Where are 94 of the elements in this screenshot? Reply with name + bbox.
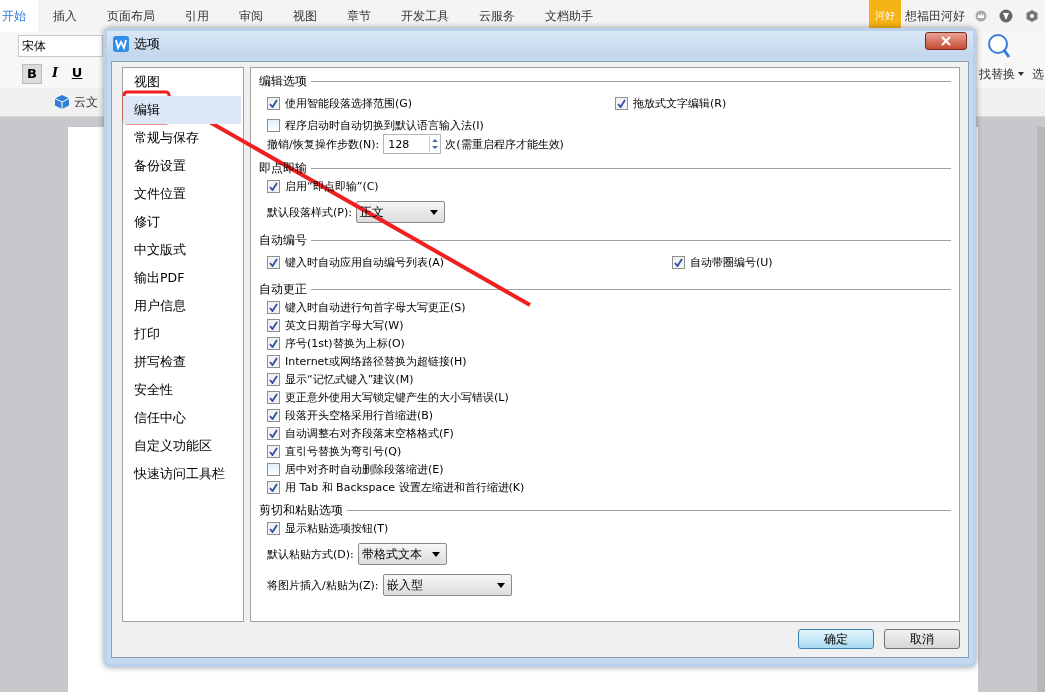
category-item[interactable]: 常规与保存	[123, 124, 241, 152]
category-item[interactable]: 信任中心	[123, 404, 241, 432]
format-button[interactable]: B	[22, 64, 42, 84]
checkbox[interactable]	[267, 255, 280, 269]
checkbox[interactable]	[267, 462, 280, 476]
cancel-button[interactable]: 取消	[884, 629, 960, 649]
format-button[interactable]: I	[46, 64, 64, 82]
checkbox-label: 用 Tab 和 Backspace 设置左缩进和首行缩进(K)	[285, 479, 525, 495]
checkbox-label: 英文日期首字母大写(W)	[285, 317, 404, 333]
category-item[interactable]: 备份设置	[123, 152, 241, 180]
ribbon-tab[interactable]: 审阅	[224, 0, 278, 32]
checkbox[interactable]	[672, 255, 685, 269]
ribbon-tab[interactable]: 引用	[170, 0, 224, 32]
checkbox[interactable]	[267, 521, 280, 535]
checkbox[interactable]	[267, 354, 280, 368]
ribbon-tab[interactable]: 视图	[278, 0, 332, 32]
checkbox[interactable]	[267, 118, 280, 132]
checkbox[interactable]	[267, 336, 280, 350]
checkbox[interactable]	[267, 318, 280, 332]
category-item[interactable]: 用户信息	[123, 292, 241, 320]
format-button[interactable]: U	[68, 64, 86, 82]
checkbox[interactable]	[267, 426, 280, 440]
field-label: 默认粘贴方式(D):	[267, 546, 354, 562]
checkbox-label: 更正意外使用大写锁定键产生的大小写错误(L)	[285, 389, 509, 405]
hexagon-icon[interactable]	[1025, 9, 1039, 23]
checkbox[interactable]	[267, 96, 280, 110]
category-item[interactable]: 修订	[123, 208, 241, 236]
highlight-box	[122, 90, 171, 125]
close-button[interactable]	[925, 32, 967, 50]
checkbox-label: 显示粘贴选项按钮(T)	[285, 520, 389, 536]
ribbon-tab[interactable]: 开始	[0, 0, 38, 32]
category-item[interactable]: 自定义功能区	[123, 432, 241, 460]
ribbon-tab[interactable]: 页面布局	[92, 0, 170, 32]
category-item[interactable]: 视图	[123, 68, 241, 96]
checkbox[interactable]	[615, 96, 628, 110]
checkbox-label: 序号(1st)替换为上标(O)	[285, 335, 405, 351]
category-item[interactable]: 拼写检查	[123, 348, 241, 376]
section-title: 编辑选项	[259, 72, 307, 90]
cube-icon[interactable]	[54, 94, 70, 110]
checkbox-label: Internet或网络路径替换为超链接(H)	[285, 353, 467, 369]
ribbon-tab[interactable]: 开发工具	[386, 0, 464, 32]
checkbox[interactable]	[267, 408, 280, 422]
field-note: 次(需重启程序才能生效)	[445, 136, 564, 152]
caret-icon	[431, 551, 440, 557]
checkbox-label: 键入时自动应用自动编号列表(A)	[285, 254, 445, 270]
checkbox[interactable]	[267, 390, 280, 404]
find-replace-icon[interactable]	[987, 33, 1011, 59]
ribbon-tab[interactable]: 插入	[38, 0, 92, 32]
cloud-doc-label[interactable]: 云文	[74, 93, 98, 111]
font-field[interactable]: 宋体	[18, 35, 103, 57]
section-title: 自动更正	[259, 280, 307, 298]
checkbox-label: 键入时自动进行句首字母大写更正(S)	[285, 299, 466, 315]
checkbox-label: 自动调整右对齐段落末空格格式(F)	[285, 425, 454, 441]
category-item[interactable]: 编辑	[123, 96, 241, 124]
checkbox[interactable]	[267, 179, 280, 193]
category-item[interactable]: 打印	[123, 320, 241, 348]
ok-button[interactable]: 确定	[798, 629, 874, 649]
category-item[interactable]: 文件位置	[123, 180, 241, 208]
checkbox-label: 程序启动时自动切换到默认语言输入法(I)	[285, 117, 484, 133]
dropdown[interactable]: 带格式文本	[357, 543, 447, 565]
find-replace-button[interactable]: 找替换	[979, 65, 1015, 83]
caret-icon[interactable]	[1018, 72, 1024, 76]
checkbox-label: 显示“记忆式键入”建议(M)	[285, 371, 414, 387]
field-label: 将图片插入/粘贴为(Z):	[267, 577, 379, 593]
ribbon-label[interactable]: 选	[1032, 65, 1044, 83]
checkbox-label: 自动带圈编号(U)	[690, 254, 773, 270]
checkbox[interactable]	[267, 444, 280, 458]
field-label: 撤销/恢复操作步数(N):	[267, 136, 380, 152]
dropdown[interactable]: 嵌入型	[382, 574, 512, 596]
caret-icon	[429, 209, 438, 215]
close-icon	[941, 36, 951, 46]
category-item[interactable]: 中文版式	[123, 236, 241, 264]
checkbox-label: 拖放式文字编辑(R)	[633, 95, 727, 111]
category-item[interactable]: 快速访问工具栏	[123, 460, 241, 488]
checkbox[interactable]	[267, 300, 280, 314]
checkbox-label: 使用智能段落选择范围(G)	[285, 95, 413, 111]
checkbox-label: 居中对齐时自动删除段落缩进(E)	[285, 461, 444, 477]
checkbox-label: 直引号替换为弯引号(Q)	[285, 443, 402, 459]
caret-icon	[496, 582, 505, 588]
checkbox-label: 段落开头空格采用行首缩进(B)	[285, 407, 434, 423]
category-item[interactable]: 安全性	[123, 376, 241, 404]
number-spinner[interactable]: 128	[383, 134, 442, 154]
dialog-title: 选项	[134, 35, 160, 53]
ribbon-tab[interactable]: 章节	[332, 0, 386, 32]
checkbox[interactable]	[267, 372, 280, 386]
ribbon-tab[interactable]: 云服务	[464, 0, 530, 32]
field-label: 默认段落样式(P):	[267, 204, 352, 220]
checkbox[interactable]	[267, 480, 280, 494]
category-item[interactable]: 输出PDF	[123, 264, 241, 292]
section-title: 剪切和粘贴选项	[259, 501, 343, 519]
app-logo-icon	[113, 36, 129, 52]
user-name[interactable]: 想福田河好	[901, 7, 969, 25]
section-title: 自动编号	[259, 231, 307, 249]
ribbon-tab[interactable]: 文档助手	[530, 0, 608, 32]
